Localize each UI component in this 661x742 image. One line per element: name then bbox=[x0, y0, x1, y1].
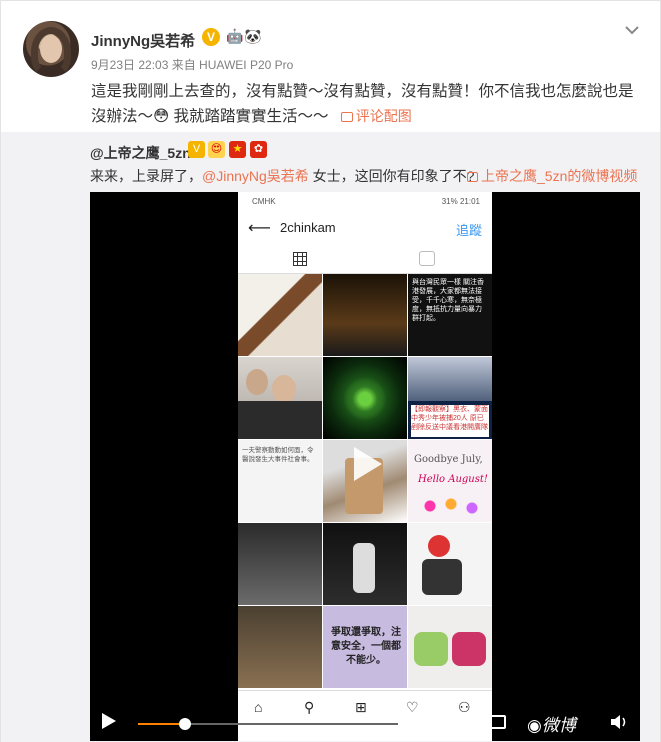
tagged-icon bbox=[419, 251, 435, 266]
china-flag-icon: ★ bbox=[229, 141, 246, 158]
comment-image-label: 评论配图 bbox=[355, 108, 412, 124]
back-arrow-icon: ⟵ bbox=[248, 220, 271, 237]
heart-eyes-icon: 😍 bbox=[208, 141, 225, 158]
verified-badge-icon: V bbox=[188, 141, 205, 158]
grid-cell-crowd bbox=[238, 606, 322, 688]
cell-text-line2: Hello August! bbox=[418, 474, 488, 485]
video-icon bbox=[467, 172, 478, 182]
post-text: 這是我剛剛上去查的，沒有點贊～沒有點贊，沒有點贊！你不信我也怎麼說也是 沒辦法～… bbox=[91, 79, 646, 129]
mention-link[interactable]: @JinnyNg吳若希 bbox=[202, 168, 309, 184]
grid-cell-sneakers bbox=[408, 606, 492, 688]
cell-text-line1: Goodbye July, bbox=[414, 454, 483, 465]
ig-follow-button: 追蹤 bbox=[455, 223, 482, 238]
panda-icon: 🐼 bbox=[244, 28, 262, 44]
weibo-logo: ◉微博 bbox=[527, 711, 576, 736]
statusbar-carrier: CMHK bbox=[252, 197, 276, 206]
robot-icon: 🤖 bbox=[226, 28, 244, 44]
verified-badge-icon: V bbox=[202, 28, 220, 46]
hongkong-flag-icon: ✿ bbox=[250, 141, 267, 158]
volume-icon[interactable] bbox=[610, 714, 628, 730]
weibo-post-card: JinnyNg吳若希 V 🤖 🐼 9月23日 22:03 来自 HUAWEI P… bbox=[0, 0, 661, 742]
post-text-line1: 這是我剛剛上去查的，沒有點贊～沒有點贊，沒有點贊！你不信我也怎麼說也是 bbox=[91, 83, 634, 100]
play-icon[interactable] bbox=[102, 713, 116, 729]
grid-cell-slogan: 爭取還爭取，注意安全，一個都不能少。 bbox=[323, 606, 407, 688]
video-link[interactable]: 上帝之鹰_5zn的微博视频 bbox=[467, 166, 637, 186]
fullscreen-icon[interactable] bbox=[490, 715, 506, 729]
repost-section: @上帝之鹰_5zn V 😍 ★ ✿ 来来，上录屏了，@JinnyNg吳若希 女士… bbox=[1, 132, 660, 742]
progress-fill bbox=[138, 723, 185, 725]
repost-text-suffix: 女士，这回你有印象了不? bbox=[308, 168, 475, 184]
progress-knob[interactable] bbox=[178, 718, 191, 730]
avatar-face bbox=[40, 35, 62, 63]
repost-username[interactable]: @上帝之鹰_5zn bbox=[90, 143, 191, 163]
progress-bar[interactable] bbox=[138, 718, 398, 730]
comment-image-link[interactable]: 评论配图 bbox=[333, 108, 412, 124]
cell-text: 與台灣民眾一樣 關注香港發展，大家都無法接受，千千心寒，無奈極度，無抵抗力量向暴… bbox=[412, 279, 484, 322]
weibo-eye-icon: ◉ bbox=[527, 716, 542, 735]
video-player[interactable]: CMHK 31% 21:01 ⟵ 2chinkam 追蹤 與台灣民眾一樣 關注香… bbox=[90, 192, 640, 741]
post-meta: 9月23日 22:03 来自 HUAWEI P20 Pro bbox=[91, 58, 294, 72]
repost-text-prefix: 来来，上录屏了， bbox=[90, 168, 202, 184]
grid-cell-news: 【即報觀察】黑衣、蒙面中秀少年被捕20人 原已剷除反送中議看港開廣隊 bbox=[408, 357, 492, 439]
grid-cell-text-post: 與台灣民眾一樣 關注香港發展，大家都無法接受，千千心寒，無奈極度，無抵抗力量向暴… bbox=[408, 274, 492, 356]
post-text-line2-wrap: 沒辦法～😳 我就踏踏實實生活～～ 评论配图 bbox=[91, 104, 646, 129]
grid-cell-food bbox=[238, 274, 322, 356]
grid-icon bbox=[293, 252, 307, 266]
cell-text: 爭取還爭取，注意安全，一個都不能少。 bbox=[331, 627, 401, 666]
grid-cell-police-night bbox=[323, 523, 407, 605]
post-username[interactable]: JinnyNg吳若希 bbox=[91, 30, 195, 51]
grid-cell-cartoon bbox=[408, 523, 492, 605]
avatar[interactable] bbox=[23, 21, 79, 77]
cell-text: 一夫警察動動如何面，令醫說發生大事件社會事。 bbox=[242, 447, 314, 463]
image-icon bbox=[340, 112, 353, 122]
grid-cell-green-creature bbox=[323, 357, 407, 439]
grid-cell-text-article: 一夫警察動動如何面，令醫說發生大事件社會事。 bbox=[238, 440, 322, 522]
video-link-label: 上帝之鹰_5zn的微博视频 bbox=[481, 168, 638, 184]
repost-text: 来来，上录屏了，@JinnyNg吳若希 女士，这回你有印象了不? bbox=[90, 166, 474, 186]
cell-text: 【即報觀察】黑衣、蒙面中秀少年被捕20人 原已剷除反送中議看港開廣隊 bbox=[411, 405, 489, 437]
video-time: 0:01/0:09 bbox=[415, 716, 466, 730]
big-play-icon[interactable] bbox=[340, 439, 390, 489]
ig-header: ⟵ 2chinkam 追蹤 bbox=[238, 210, 492, 244]
grid-cell-goodbye-july: Goodbye July, Hello August! bbox=[408, 440, 492, 522]
ig-username: 2chinkam bbox=[280, 220, 336, 235]
grid-cell-street-night bbox=[323, 274, 407, 356]
statusbar-battery-time: 31% 21:01 bbox=[441, 197, 480, 206]
chevron-down-icon[interactable] bbox=[623, 21, 641, 39]
post-text-line2: 沒辦法～😳 我就踏踏實實生活～～ bbox=[91, 108, 329, 125]
grid-cell-press-conference bbox=[238, 357, 322, 439]
grid-cell-police-crowd bbox=[238, 523, 322, 605]
weibo-logo-text: 微博 bbox=[541, 716, 576, 735]
ig-tabs bbox=[238, 244, 492, 274]
phone-statusbar: CMHK 31% 21:01 bbox=[238, 192, 492, 210]
video-controls: 0:01/0:09 ◉微博 bbox=[90, 705, 640, 741]
